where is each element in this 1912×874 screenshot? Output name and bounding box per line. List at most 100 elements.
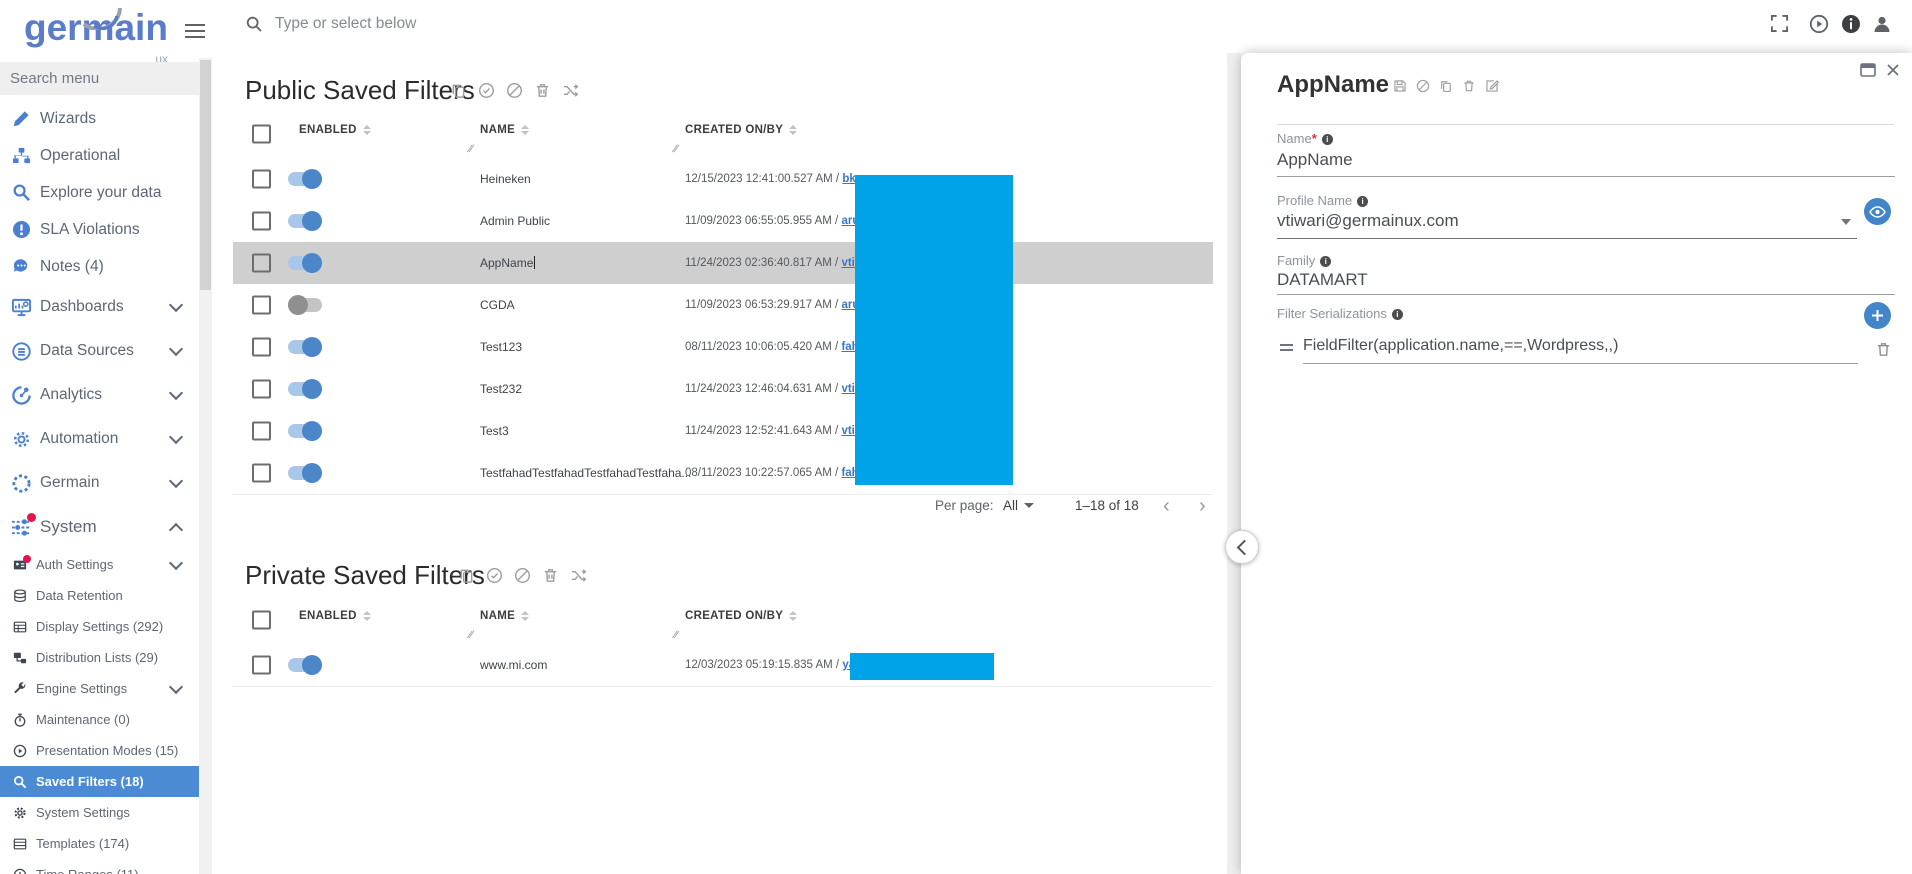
enabled-toggle[interactable] xyxy=(288,466,322,480)
info-icon[interactable]: i xyxy=(1357,196,1368,207)
sidebar-item-auth-settings[interactable]: Auth Settings xyxy=(0,549,199,580)
table-row[interactable]: TestfahadTestfahadTestfahadTestfaha... 0… xyxy=(233,452,1213,495)
disable-ban-icon[interactable] xyxy=(1416,79,1430,93)
sidebar-item-saved-filters[interactable]: Saved Filters (18) xyxy=(0,766,199,797)
chevron-down-icon[interactable] xyxy=(1841,219,1851,225)
sidebar-item-germain[interactable]: Germain xyxy=(0,461,199,505)
select-all-checkbox[interactable] xyxy=(252,611,271,630)
trash-icon[interactable] xyxy=(1462,79,1476,93)
trash-icon[interactable] xyxy=(542,567,559,584)
enabled-toggle[interactable] xyxy=(288,256,322,270)
copy-icon[interactable] xyxy=(1439,79,1453,93)
sidebar-item-operational[interactable]: Operational xyxy=(0,137,199,174)
play-circle-icon[interactable] xyxy=(1809,14,1829,34)
row-checkbox[interactable] xyxy=(252,170,271,189)
row-checkbox[interactable] xyxy=(252,254,271,273)
sidebar-item-maintenance[interactable]: Maintenance (0) xyxy=(0,704,199,735)
serialization-input[interactable]: FieldFilter(application.name,==,Wordpres… xyxy=(1303,337,1618,355)
select-all-checkbox[interactable] xyxy=(252,125,271,144)
sidebar-item-display-settings[interactable]: Display Settings (292) xyxy=(0,611,199,642)
row-checkbox[interactable] xyxy=(252,212,271,231)
content-scrollbar[interactable] xyxy=(1227,53,1241,874)
sidebar-item-dashboards[interactable]: Dashboards xyxy=(0,285,199,329)
trash-icon[interactable] xyxy=(534,82,551,99)
enabled-toggle[interactable] xyxy=(288,424,322,438)
sidebar-item-system-settings[interactable]: System Settings xyxy=(0,797,199,828)
column-header-created[interactable]: CREATED ON/BY xyxy=(685,610,797,622)
sidebar-search-input[interactable]: Search menu xyxy=(0,62,199,95)
name-field-input[interactable]: AppName xyxy=(1277,150,1353,170)
sidebar-item-sla-violations[interactable]: SLA Violations xyxy=(0,211,199,248)
enabled-toggle[interactable] xyxy=(288,214,322,228)
panel-collapse-button[interactable] xyxy=(1225,530,1259,564)
dock-window-icon[interactable] xyxy=(1860,63,1876,77)
table-row[interactable]: www.mi.com 12/03/2023 05:19:15.835 AM / … xyxy=(233,644,1213,687)
copy-icon[interactable] xyxy=(450,82,467,99)
enabled-toggle[interactable] xyxy=(288,298,322,312)
info-icon[interactable] xyxy=(1841,14,1861,34)
column-resize-handle[interactable]: // xyxy=(672,630,678,641)
shuffle-icon[interactable] xyxy=(562,82,579,99)
table-row[interactable]: Test232 11/24/2023 12:46:04.631 AM / vti… xyxy=(233,368,1213,411)
row-checkbox[interactable] xyxy=(252,338,271,357)
disable-ban-icon[interactable] xyxy=(506,82,523,99)
column-header-name[interactable]: NAME xyxy=(480,124,529,136)
sidebar-item-distribution-lists[interactable]: Distribution Lists (29) xyxy=(0,642,199,673)
column-header-enabled[interactable]: ENABLED xyxy=(299,610,371,622)
column-header-name[interactable]: NAME xyxy=(480,610,529,622)
close-icon[interactable] xyxy=(1886,63,1900,77)
table-row[interactable]: Heineken 12/15/2023 12:41:00.527 AM / bk… xyxy=(233,158,1213,201)
column-resize-handle[interactable]: // xyxy=(672,144,678,155)
sidebar-item-notes[interactable]: Notes (4) xyxy=(0,248,199,285)
sidebar-item-time-ranges[interactable]: Time Ranges (11) xyxy=(0,859,199,874)
edit-icon[interactable] xyxy=(1485,79,1499,93)
sidebar-item-analytics[interactable]: Analytics xyxy=(0,373,199,417)
profile-field-select[interactable]: vtiwari@germainux.com xyxy=(1277,211,1459,231)
sidebar-item-explore-your-data[interactable]: Explore your data xyxy=(0,174,199,211)
sidebar-scrollbar[interactable] xyxy=(199,58,212,874)
sidebar-item-system[interactable]: System xyxy=(0,505,199,549)
sidebar-item-engine-settings[interactable]: Engine Settings xyxy=(0,673,199,704)
enabled-toggle[interactable] xyxy=(288,340,322,354)
table-row[interactable]: Admin Public 11/09/2023 06:55:05.955 AM … xyxy=(233,200,1213,243)
sidebar-item-data-sources[interactable]: Data Sources xyxy=(0,329,199,373)
shuffle-icon[interactable] xyxy=(570,567,587,584)
family-field-input[interactable]: DATAMART xyxy=(1277,270,1368,290)
row-checkbox[interactable] xyxy=(252,380,271,399)
enable-check-icon[interactable] xyxy=(478,82,495,99)
table-row-selected[interactable]: AppName 11/24/2023 02:36:40.817 AM / vti… xyxy=(233,242,1213,285)
user-profile-icon[interactable] xyxy=(1872,14,1892,34)
row-checkbox[interactable] xyxy=(252,656,271,675)
add-serialization-button[interactable] xyxy=(1864,302,1891,329)
row-checkbox[interactable] xyxy=(252,422,271,441)
sidebar-item-wizards[interactable]: Wizards xyxy=(0,100,199,137)
column-header-created[interactable]: CREATED ON/BY xyxy=(685,124,797,136)
delete-serialization-icon[interactable] xyxy=(1875,341,1892,358)
sidebar-item-templates[interactable]: Templates (174) xyxy=(0,828,199,859)
info-icon[interactable]: i xyxy=(1392,309,1403,320)
per-page-select[interactable]: All xyxy=(1003,498,1034,513)
filter-name-editing[interactable]: AppName xyxy=(480,256,535,270)
save-icon[interactable] xyxy=(1393,79,1407,93)
logo[interactable]: germain ux xyxy=(24,8,174,48)
eye-preview-button[interactable] xyxy=(1864,198,1891,225)
table-row[interactable]: CGDA 11/09/2023 06:53:29.917 AM / arun xyxy=(233,284,1213,327)
row-checkbox[interactable] xyxy=(252,296,271,315)
copy-icon[interactable] xyxy=(458,567,475,584)
hamburger-menu-icon[interactable] xyxy=(185,20,205,36)
column-resize-handle[interactable]: // xyxy=(467,144,473,155)
column-resize-handle[interactable]: // xyxy=(467,630,473,641)
drag-handle-icon[interactable] xyxy=(1280,341,1293,354)
enable-check-icon[interactable] xyxy=(486,567,503,584)
table-row[interactable]: Test3 11/24/2023 12:52:41.643 AM / vtiw xyxy=(233,410,1213,453)
sidebar-item-automation[interactable]: Automation xyxy=(0,417,199,461)
disable-ban-icon[interactable] xyxy=(514,567,531,584)
column-header-enabled[interactable]: ENABLED xyxy=(299,124,371,136)
sidebar-item-data-retention[interactable]: Data Retention xyxy=(0,580,199,611)
fullscreen-icon[interactable] xyxy=(1770,14,1790,34)
sidebar-item-presentation-modes[interactable]: Presentation Modes (15) xyxy=(0,735,199,766)
table-row[interactable]: Test123 08/11/2023 10:06:05.420 AM / fah… xyxy=(233,326,1213,369)
next-page-icon[interactable]: › xyxy=(1199,496,1206,516)
info-icon[interactable]: i xyxy=(1320,256,1331,267)
info-icon[interactable]: i xyxy=(1322,134,1333,145)
